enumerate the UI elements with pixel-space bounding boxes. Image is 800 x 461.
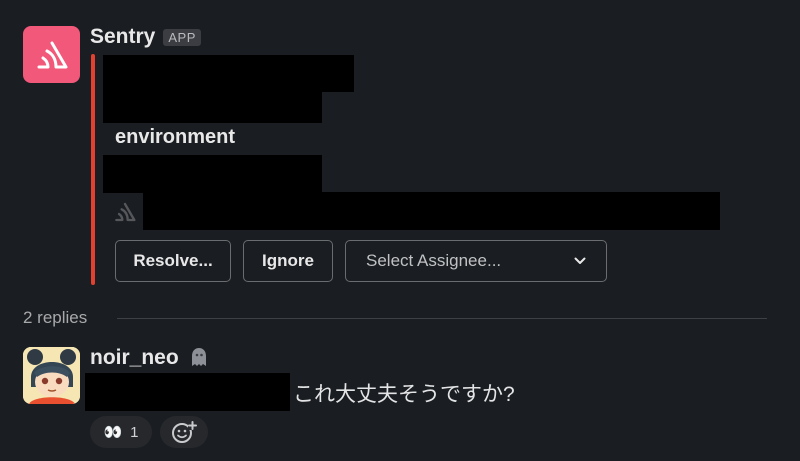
- chevron-down-icon: [574, 257, 586, 264]
- field-title-environment: environment: [115, 126, 236, 148]
- add-reaction-icon: [172, 421, 197, 443]
- sender-name[interactable]: Sentry: [90, 25, 155, 49]
- replies-divider: [117, 318, 767, 319]
- ignore-button[interactable]: Ignore: [243, 240, 333, 282]
- attachment-color-bar: [91, 54, 95, 285]
- message-header: Sentry APP: [90, 25, 201, 49]
- redacted-field-value: [103, 155, 322, 193]
- app-badge: APP: [163, 28, 201, 46]
- redacted-message-prefix: [85, 373, 290, 411]
- redacted-footer: [143, 192, 720, 230]
- eyes-emoji-icon: 👀: [103, 424, 123, 441]
- assignee-select-placeholder: Select Assignee...: [366, 251, 502, 270]
- reaction-eyes[interactable]: 👀 1: [90, 416, 152, 448]
- replies-count[interactable]: 2 replies: [23, 308, 87, 328]
- avatar-illustration: [23, 347, 80, 404]
- reaction-count: 1: [130, 423, 139, 441]
- assignee-select[interactable]: Select Assignee...: [345, 240, 607, 282]
- user-name[interactable]: noir_neo: [90, 346, 179, 370]
- redacted-title: [103, 55, 354, 92]
- reply-text: これ大丈夫そうですか?: [293, 383, 515, 406]
- slack-thread: Sentry APP environment Resolve... Ignore…: [0, 0, 800, 461]
- sentry-logo-icon: [37, 41, 67, 68]
- sentry-footer-icon: [113, 202, 137, 227]
- add-reaction-button[interactable]: [160, 416, 208, 448]
- resolve-button[interactable]: Resolve...: [115, 240, 231, 282]
- sentry-avatar[interactable]: [23, 26, 80, 83]
- ghost-status-icon: [190, 347, 208, 372]
- user-avatar[interactable]: [23, 347, 80, 404]
- redacted-subtitle: [103, 92, 322, 123]
